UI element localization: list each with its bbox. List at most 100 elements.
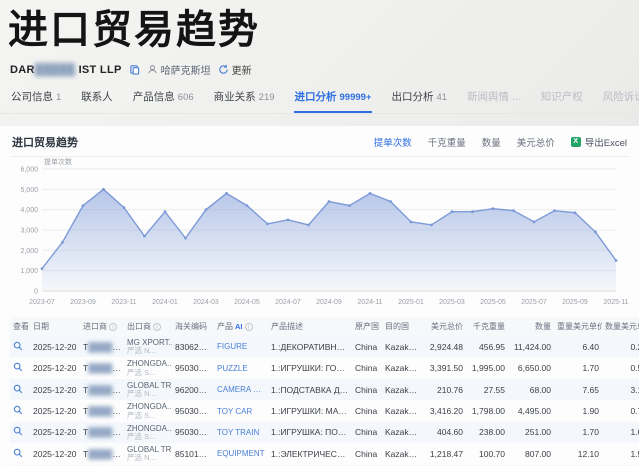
data-point[interactable] — [389, 200, 392, 203]
data-point[interactable] — [143, 235, 146, 238]
column-header-usd-total[interactable]: 美元总价 — [422, 317, 466, 336]
tab-import-analysis[interactable]: 进口分析99999+ — [294, 87, 373, 113]
tab-contacts[interactable]: 联系人 — [80, 87, 114, 113]
view-record-button[interactable] — [10, 400, 30, 421]
column-header-usd-per-unit[interactable]: 数量美元单价 — [602, 317, 639, 336]
refresh-button[interactable]: 更新 — [218, 62, 252, 77]
view-record-button[interactable] — [10, 357, 30, 378]
metric-toggle-kg-weight[interactable]: 千克重量 — [428, 135, 466, 149]
magnifier-icon[interactable] — [13, 405, 23, 415]
info-icon[interactable]: i — [245, 323, 253, 331]
tab-news[interactable]: 新闻舆情 ... — [466, 87, 522, 113]
tab-intellectual-property[interactable]: 知识产权 — [540, 87, 584, 113]
data-point[interactable] — [123, 206, 126, 209]
tab-risk-litigation[interactable]: 风险诉讼 — [602, 87, 639, 113]
magnifier-icon[interactable] — [13, 448, 23, 458]
metric-toggle-usd-total[interactable]: 美元总价 — [517, 135, 555, 149]
column-header-view[interactable]: 查看 — [10, 317, 30, 336]
tab-export-analysis[interactable]: 出口分析41 — [390, 87, 448, 113]
cell-importer[interactable]: T████NA... — [80, 357, 124, 378]
data-point[interactable] — [41, 267, 44, 270]
column-header-importer[interactable]: 进口商i — [80, 317, 124, 336]
data-point[interactable] — [574, 211, 577, 214]
data-point[interactable] — [369, 192, 372, 195]
exporter-subtext: 严选 S... — [127, 369, 169, 377]
view-record-button[interactable] — [10, 422, 30, 443]
cell-product[interactable]: PUZZLE — [214, 357, 268, 378]
cell-product[interactable]: EQUIPMENT — [214, 443, 268, 464]
column-header-kg-weight[interactable]: 千克重量 — [466, 317, 508, 336]
data-point[interactable] — [512, 209, 515, 212]
cell-usd-per-unit: 3.10 — [602, 379, 639, 400]
data-point[interactable] — [328, 200, 331, 203]
company-name[interactable]: DAR█████ IST LLP — [10, 64, 122, 76]
column-header-hs-code[interactable]: 海关编码 — [172, 317, 214, 336]
cell-exporter[interactable]: ZHONGDA...严选 S... — [124, 422, 172, 443]
tab-business-relations[interactable]: 商业关系219 — [213, 87, 276, 113]
cell-product[interactable]: TOY TRAIN — [214, 422, 268, 443]
data-point[interactable] — [266, 223, 269, 226]
cell-importer[interactable]: T████NA... — [80, 422, 124, 443]
tab-company-info[interactable]: 公司信息1 — [10, 87, 62, 113]
tab-product-info[interactable]: 产品信息606 — [132, 87, 195, 113]
cell-exporter[interactable]: ZHONGDA...严选 S... — [124, 400, 172, 421]
magnifier-icon[interactable] — [13, 384, 23, 394]
data-point[interactable] — [553, 209, 556, 212]
view-record-button[interactable] — [10, 336, 30, 357]
data-point[interactable] — [533, 220, 536, 223]
excel-icon: X — [571, 137, 581, 147]
info-icon[interactable]: i — [153, 323, 161, 331]
company-region: 哈萨克斯坦 — [147, 62, 211, 77]
cell-importer[interactable]: T████NA... — [80, 443, 124, 464]
data-point[interactable] — [246, 204, 249, 207]
data-point[interactable] — [451, 210, 454, 213]
column-header-usd-per-kg[interactable]: 重量美元单价 — [554, 317, 602, 336]
cell-origin-country: China — [352, 443, 382, 464]
column-header-quantity[interactable]: 数量 — [508, 317, 554, 336]
column-header-exporter[interactable]: 出口商i — [124, 317, 172, 336]
cell-exporter[interactable]: GLOBAL TR...严选 N... — [124, 379, 172, 400]
info-icon[interactable]: i — [109, 323, 117, 331]
magnifier-icon[interactable] — [13, 341, 23, 351]
column-header-description[interactable]: 产品描述 — [268, 317, 352, 336]
cell-importer[interactable]: T████NA... — [80, 400, 124, 421]
cell-exporter[interactable]: MG XPORT...严选 N... — [124, 336, 172, 357]
data-point[interactable] — [164, 210, 167, 213]
cell-importer[interactable]: T████NA... — [80, 336, 124, 357]
data-point[interactable] — [184, 237, 187, 240]
data-point[interactable] — [307, 224, 310, 227]
data-point[interactable] — [102, 188, 105, 191]
data-point[interactable] — [61, 241, 64, 244]
data-point[interactable] — [615, 259, 618, 262]
column-header-destination[interactable]: 目的国 — [382, 317, 422, 336]
cell-product[interactable]: CAMERA STAND — [214, 379, 268, 400]
magnifier-icon[interactable] — [13, 426, 23, 436]
data-point[interactable] — [430, 224, 433, 227]
data-point[interactable] — [348, 204, 351, 207]
data-point[interactable] — [205, 208, 208, 211]
export-excel-button[interactable]: X导出Excel — [571, 135, 627, 149]
cell-importer[interactable]: T████NA... — [80, 379, 124, 400]
view-record-button[interactable] — [10, 443, 30, 464]
data-point[interactable] — [471, 210, 474, 213]
column-header-date[interactable]: 日期 — [30, 317, 80, 336]
cell-exporter[interactable]: GLOBAL TR...严选 N... — [124, 443, 172, 464]
data-point[interactable] — [82, 204, 85, 207]
data-point[interactable] — [410, 220, 413, 223]
data-point[interactable] — [594, 231, 597, 234]
metric-toggle-quantity[interactable]: 数量 — [482, 135, 501, 149]
cell-product[interactable]: TOY CAR — [214, 400, 268, 421]
view-record-button[interactable] — [10, 379, 30, 400]
trend-chart[interactable]: 01,0002,0003,0004,0005,0006,000提单次数2023-… — [10, 157, 629, 315]
x-axis-tick: 2024-01 — [152, 299, 178, 306]
metric-toggle-bill-count[interactable]: 提单次数 — [374, 135, 412, 149]
copy-icon[interactable] — [129, 64, 140, 75]
data-point[interactable] — [492, 207, 495, 210]
data-point[interactable] — [287, 218, 290, 221]
cell-product[interactable]: FIGURE — [214, 336, 268, 357]
data-point[interactable] — [225, 192, 228, 195]
magnifier-icon[interactable] — [13, 362, 23, 372]
column-header-origin[interactable]: 原产国 — [352, 317, 382, 336]
column-header-product[interactable]: 产品AIi — [214, 317, 268, 336]
cell-exporter[interactable]: ZHONGDA...严选 S... — [124, 357, 172, 378]
